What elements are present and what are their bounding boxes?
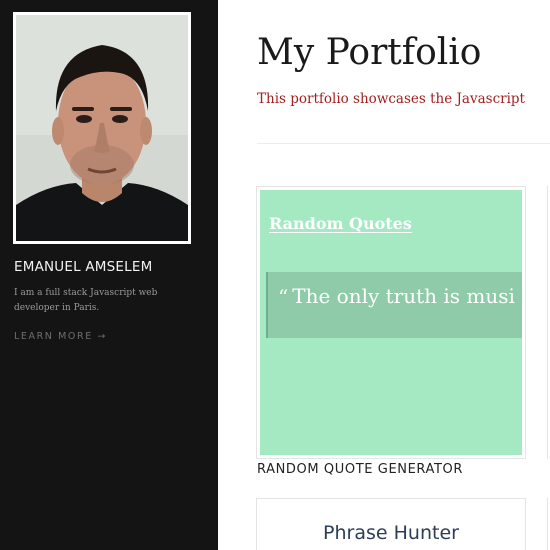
project-card-title: Phrase Hunter: [323, 522, 459, 544]
page-intro: This portfolio showcases the Javascript: [257, 91, 525, 107]
sidebar: EMANUEL AMSELEM I am a full stack Javasc…: [0, 0, 218, 550]
profile-name: EMANUEL AMSELEM: [14, 259, 153, 275]
project-card-random-quotes[interactable]: Random Quotes “The only truth is musi: [256, 186, 526, 459]
project-caption[interactable]: RANDOM QUOTE GENERATOR: [257, 462, 463, 477]
project-card-phrase-hunter[interactable]: Phrase Hunter: [256, 498, 526, 550]
preview-title: Random Quotes: [269, 214, 412, 233]
project-preview[interactable]: Random Quotes “The only truth is musi: [260, 190, 522, 455]
profile-photo: [16, 15, 188, 241]
avatar: [13, 12, 191, 244]
quote-mark: “: [278, 285, 289, 309]
quote-box: “The only truth is musi: [266, 272, 522, 338]
learn-more-link[interactable]: LEARN MORE →: [14, 331, 107, 342]
quote-text: The only truth is musi: [292, 284, 515, 308]
divider: [257, 143, 550, 144]
main-content: My Portfolio This portfolio showcases th…: [218, 0, 550, 550]
page-title: My Portfolio: [257, 32, 482, 73]
profile-bio: I am a full stack Javascript web develop…: [14, 288, 158, 313]
